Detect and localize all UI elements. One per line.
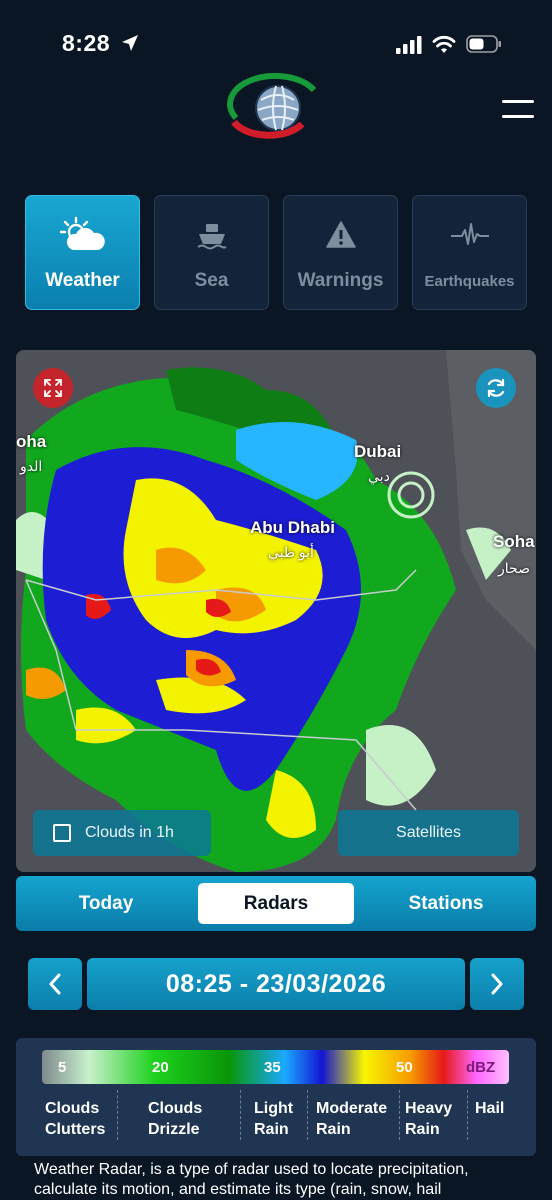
expand-icon [44, 379, 62, 397]
tab-earthquakes-label: Earthquakes [424, 273, 515, 290]
legend-divider [467, 1090, 468, 1140]
clouds-in-1h-toggle[interactable]: Clouds in 1h [33, 810, 211, 856]
hamburger-menu-button[interactable] [502, 98, 534, 120]
map-label-doha-ar: الدو [20, 458, 43, 474]
wifi-icon [432, 35, 456, 53]
legend-divider [240, 1090, 241, 1140]
satellites-button[interactable]: Satellites [338, 810, 519, 856]
tab-radars[interactable]: Radars [198, 883, 354, 924]
tab-stations[interactable]: Stations [366, 883, 526, 924]
radar-legend: 5 20 35 50 dBZ Clouds Clutters Clouds Driz… [16, 1038, 536, 1156]
tab-weather[interactable]: Weather [25, 195, 140, 310]
scale-value-20: 20 [152, 1059, 169, 1076]
tab-warnings-label: Warnings [297, 270, 384, 291]
refresh-button[interactable] [476, 368, 516, 408]
next-time-button[interactable] [470, 958, 524, 1010]
tab-warnings[interactable]: Warnings [283, 195, 398, 310]
partly-cloudy-icon [26, 214, 139, 256]
radar-map[interactable]: oha الدو Dubai دبي Abu Dhabi أبو ظبي Soh… [16, 350, 536, 872]
map-label-dubai-ar: دبي [368, 468, 390, 484]
clock: 8:28 [62, 30, 111, 56]
legend-divider [117, 1090, 118, 1140]
legend-hail: Hail [475, 1100, 505, 1117]
chevron-left-icon [49, 973, 61, 995]
scale-value-50: 50 [396, 1059, 413, 1076]
legend-divider [307, 1090, 308, 1140]
cellular-signal-icon [396, 36, 422, 54]
scale-unit-dbz: dBZ [466, 1059, 496, 1076]
battery-icon [466, 35, 501, 53]
legend-divider [399, 1090, 400, 1140]
dbz-color-scale: 5 20 35 50 dBZ [42, 1050, 509, 1084]
radar-overlay [16, 350, 536, 872]
clouds-checkbox[interactable] [53, 824, 71, 842]
warning-icon [284, 214, 397, 256]
map-label-abudhabi-ar: أبو ظبي [268, 544, 314, 560]
map-label-doha: oha [16, 432, 47, 451]
map-label-sohar: Soha [493, 532, 535, 551]
previous-time-button[interactable] [28, 958, 82, 1010]
refresh-icon [487, 378, 505, 398]
map-label-sohar-ar: صحار [498, 560, 530, 576]
ncm-logo [227, 72, 317, 139]
scale-value-5: 5 [58, 1059, 67, 1076]
tab-weather-label: Weather [45, 270, 120, 291]
legend-moderate-rain: Moderate Rain [316, 1100, 388, 1138]
map-label-abudhabi: Abu Dhabi [250, 518, 335, 537]
ship-icon [155, 214, 268, 256]
fullscreen-button[interactable] [33, 368, 73, 408]
tab-today[interactable]: Today [26, 883, 186, 924]
location-arrow-icon [122, 35, 138, 51]
tab-sea-label: Sea [194, 270, 229, 291]
legend-light-rain: Light Rain [254, 1100, 294, 1138]
seismograph-icon [413, 214, 526, 256]
satellites-label: Satellites [396, 824, 461, 841]
radar-description: Weather Radar, is a type of radar used t… [34, 1161, 469, 1198]
scale-value-35: 35 [264, 1059, 281, 1076]
tab-sea[interactable]: Sea [154, 195, 269, 310]
tab-earthquakes[interactable]: Earthquakes [412, 195, 527, 310]
chevron-right-icon [491, 973, 503, 995]
legend-clouds-clutters: Clouds Clutters [45, 1100, 106, 1138]
view-tabs: Today Radars Stations [16, 876, 536, 931]
map-label-dubai: Dubai [354, 442, 402, 461]
clouds-label: Clouds in 1h [85, 824, 174, 841]
date-time-display: 08:25 - 23/03/2026 [87, 958, 465, 1010]
legend-clouds-drizzle: Clouds Drizzle [148, 1100, 203, 1138]
legend-heavy-rain: Heavy Rain [405, 1100, 453, 1138]
